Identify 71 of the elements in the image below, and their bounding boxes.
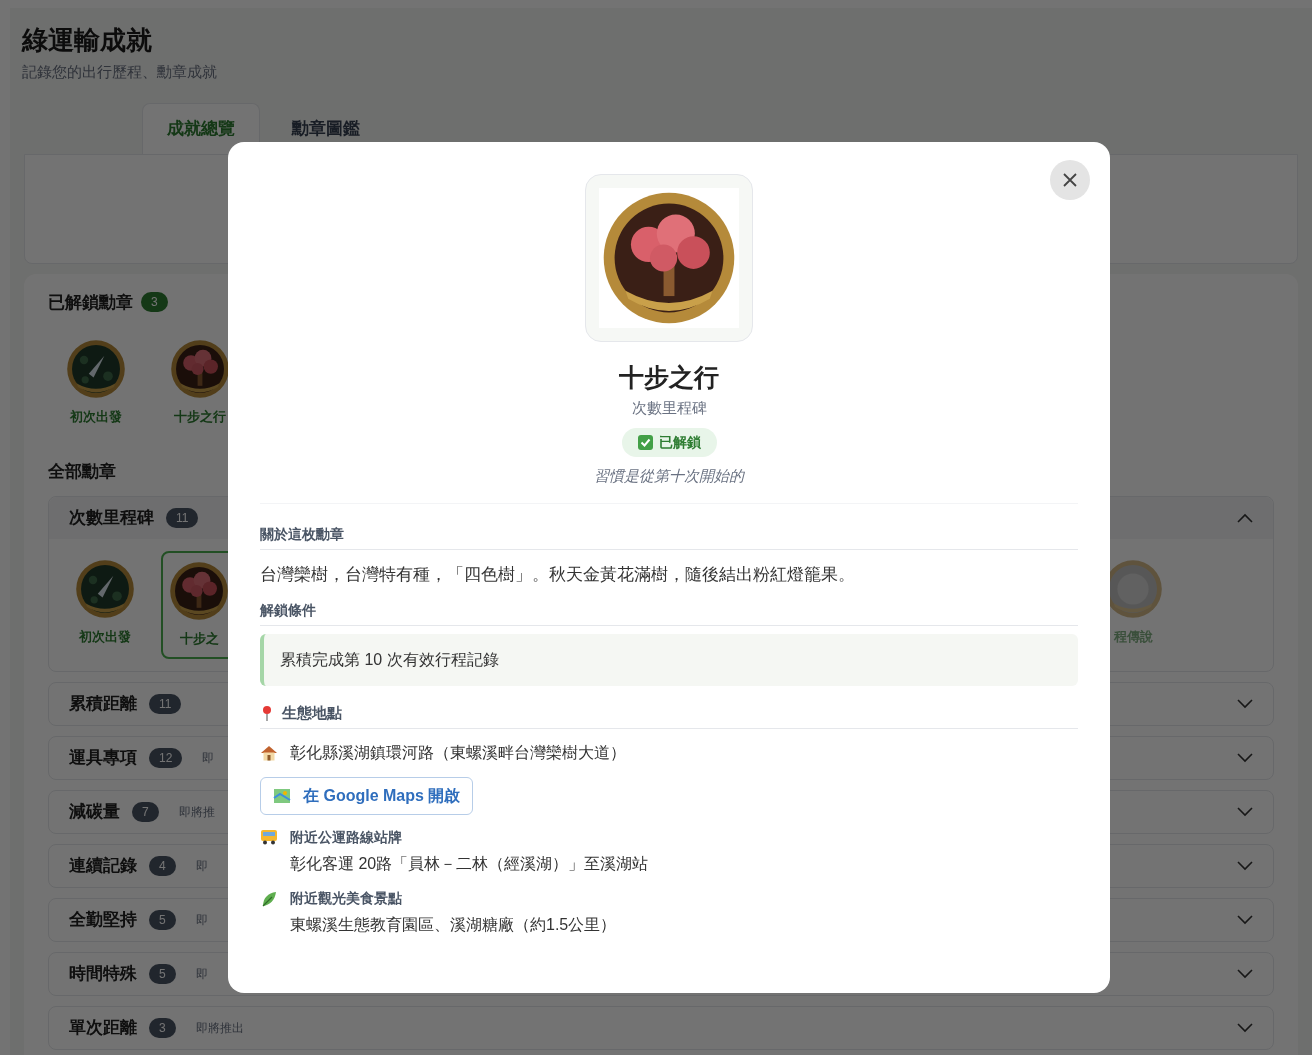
category-name: 全勤堅持 (69, 908, 137, 931)
google-maps-button[interactable]: 在 Google Maps 開啟 (260, 777, 474, 816)
count-badge: 12 (149, 747, 183, 768)
status-pill: 已解鎖 (621, 427, 717, 457)
badge-description: 台灣欒樹，台灣特有種，「四色樹」。秋天金黃花滿樹，隨後結出粉紅燈籠果。 (260, 564, 856, 587)
badge-label: 程傳說 (1113, 628, 1153, 646)
chevron-down-icon[interactable] (1237, 698, 1253, 709)
tab[interactable]: 勳章圖鑑 (268, 103, 384, 154)
coming-soon-label: 即 (202, 749, 215, 767)
close-icon (1062, 172, 1078, 188)
category-name: 次數里程碑 (69, 507, 154, 530)
count-badge: 5 (149, 909, 176, 930)
page-subtitle: 記錄您的出行歷程、勳章成就 (22, 61, 218, 82)
category-name: 時間特殊 (69, 962, 137, 985)
badge-quote: 習慣是從第十次開始的 (594, 465, 744, 486)
chevron-down-icon[interactable] (1237, 806, 1253, 817)
coming-soon-label: 即 (195, 857, 208, 875)
count-badge: 7 (132, 801, 159, 822)
house-icon (260, 744, 278, 763)
count-badge: 5 (149, 963, 176, 984)
medal-drawing (75, 559, 135, 619)
coming-soon-label: 即 (195, 911, 208, 929)
check-icon (637, 434, 653, 450)
category-name: 運具專項 (69, 746, 137, 769)
unlock-condition: 累積完成第 10 次有效行程記錄 (260, 633, 1078, 686)
chevron-down-icon[interactable] (1237, 1022, 1253, 1033)
count-badge: 11 (149, 693, 182, 714)
pin-icon (260, 705, 274, 721)
chevron-down-icon[interactable] (1237, 752, 1253, 763)
page-title: 綠運輸成就 (22, 24, 153, 57)
section-heading: 生態地點 (282, 702, 342, 723)
badge-label: 初次出發 (79, 628, 131, 646)
detail-text: 東螺溪生態教育園區、溪湖糖廠（約1.5公里） (290, 915, 617, 936)
count-badge: 4 (149, 855, 176, 876)
chevron-up-icon[interactable] (1237, 513, 1253, 523)
detail-heading: 附近觀光美食景點 (290, 889, 403, 909)
coming-soon-label: 即 (195, 965, 208, 983)
badge-item[interactable]: 初次出發 (64, 331, 128, 435)
section-heading: 關於這枚勳章 (260, 524, 1078, 551)
map-icon (273, 788, 291, 805)
count-badge: 3 (141, 292, 168, 313)
badge-label: 十步之 (179, 630, 219, 648)
bus-icon (260, 829, 278, 846)
category-name: 連續記錄 (69, 854, 137, 877)
badge-title: 十步之行 (619, 362, 719, 393)
tab[interactable]: 成就總覽 (142, 103, 260, 154)
count-badge: 11 (166, 508, 199, 528)
medal-drawing (66, 339, 126, 399)
count-badge: 3 (149, 1017, 176, 1038)
section-heading: 全部勳章 (48, 460, 116, 483)
detail-heading: 附近公運路線站牌 (290, 828, 403, 848)
coming-soon-label: 即將推 (178, 803, 215, 821)
category-name: 單次距離 (69, 1016, 137, 1039)
detail-text: 彰化客運 20路「員林－二林（經溪湖）」至溪湖站 (290, 854, 649, 875)
badge-label: 初次出發 (70, 408, 122, 426)
section-heading: 解鎖條件 (260, 599, 1078, 626)
badge-category: 次數里程碑 (631, 398, 707, 419)
badge-item[interactable]: 初次出發 (73, 551, 137, 659)
chevron-down-icon[interactable] (1237, 860, 1253, 871)
leaf-icon (260, 890, 278, 909)
badge-label: 十步之行 (174, 408, 226, 426)
close-button[interactable] (1050, 160, 1090, 200)
medal-drawing (169, 561, 229, 621)
category-name: 減碳量 (69, 800, 120, 823)
section-heading: 已解鎖勳章 (48, 291, 133, 314)
category-name: 累積距離 (69, 692, 137, 715)
coming-soon-label: 即將推出 (195, 1019, 244, 1037)
medal-drawing (170, 339, 230, 399)
chevron-down-icon[interactable] (1237, 968, 1253, 979)
address-text: 彰化縣溪湖鎮環河路（東螺溪畔台灣欒樹大道） (290, 743, 626, 764)
chevron-down-icon[interactable] (1237, 914, 1253, 925)
